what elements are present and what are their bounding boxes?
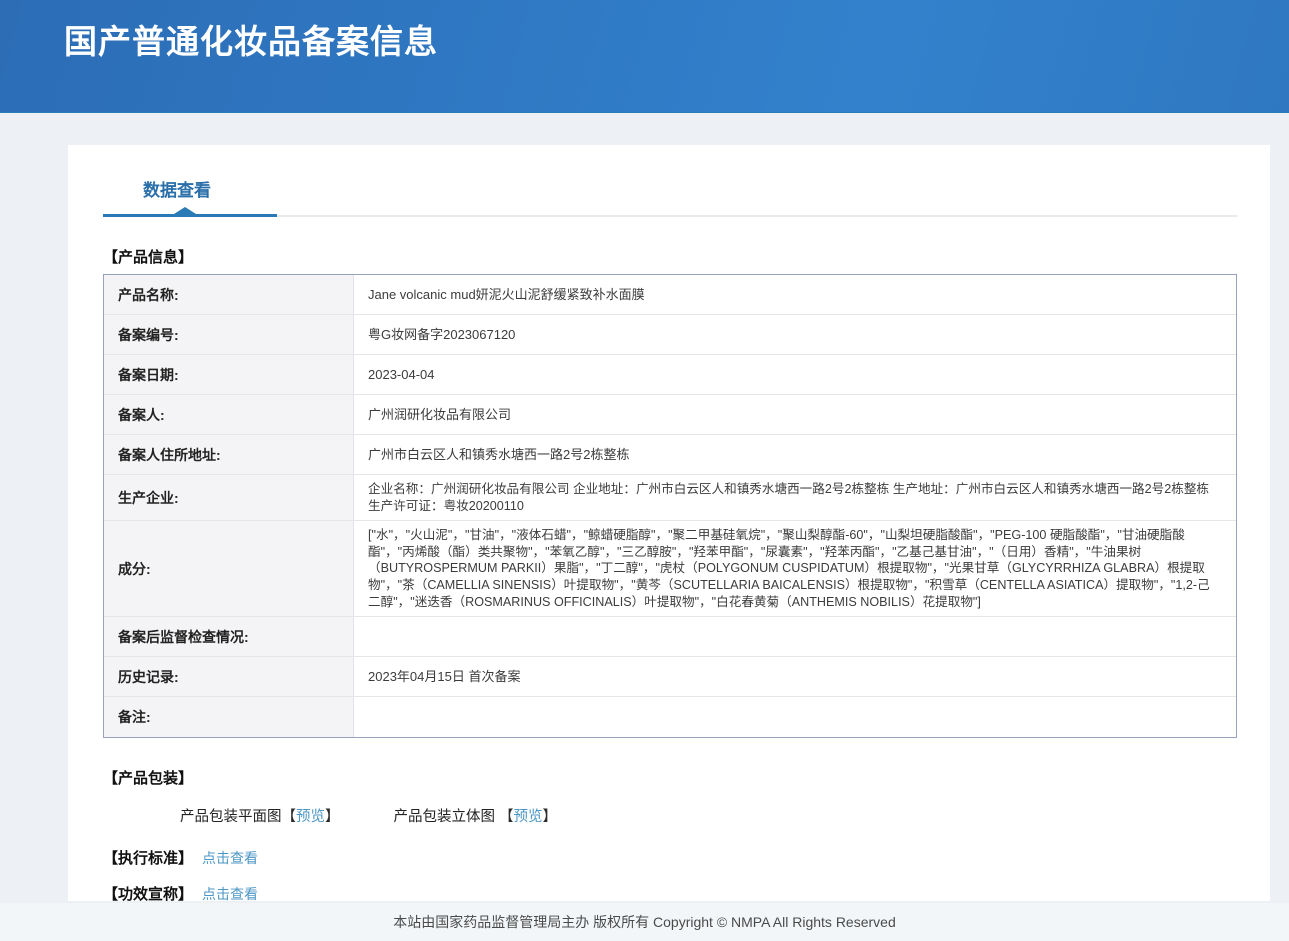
row-value: 广州润研化妆品有限公司	[354, 395, 1236, 434]
tab-pointer-triangle	[174, 207, 196, 214]
standards-row: 【执行标准】点击查看	[103, 847, 1237, 868]
preview-link-flat[interactable]: 预览	[296, 809, 325, 825]
table-row-registration-number: 备案编号: 粤G妆网备字2023067120	[104, 315, 1236, 355]
row-value	[354, 617, 1236, 656]
packaging-row: 产品包装平面图【预览】 产品包装立体图 【预览】	[180, 805, 1237, 826]
table-row-registration-date: 备案日期: 2023-04-04	[104, 355, 1236, 395]
packaging-flat-label: 产品包装平面图	[180, 809, 282, 825]
tab-active-indicator	[103, 214, 1237, 217]
section-heading-packaging: 【产品包装】	[103, 767, 1237, 788]
bracket-open: 【	[499, 809, 514, 825]
table-row-registrant-address: 备案人住所地址: 广州市白云区人和镇秀水塘西一路2号2栋整栋	[104, 435, 1236, 475]
row-value: ["水"，"火山泥"，"甘油"，"液体石蜡"，"鲸蜡硬脂醇"，"聚二甲基硅氧烷"…	[354, 521, 1236, 616]
row-label: 产品名称:	[104, 275, 354, 314]
row-value: 2023-04-04	[354, 355, 1236, 394]
table-row-remarks: 备注:	[104, 697, 1236, 737]
preview-link-3d[interactable]: 预览	[514, 809, 543, 825]
row-label: 备案人住所地址:	[104, 435, 354, 474]
row-value: 广州市白云区人和镇秀水塘西一路2号2栋整栋	[354, 435, 1236, 474]
packaging-item-3d: 产品包装立体图 【预览】	[394, 805, 558, 826]
table-row-supervision-check: 备案后监督检查情况:	[104, 617, 1236, 657]
table-row-registrant: 备案人: 广州润研化妆品有限公司	[104, 395, 1236, 435]
bracket-close: 】	[543, 809, 558, 825]
row-label: 历史记录:	[104, 657, 354, 696]
row-label: 成分:	[104, 521, 354, 616]
row-value: 2023年04月15日 首次备案	[354, 657, 1236, 696]
row-label: 备案日期:	[104, 355, 354, 394]
footer-copyright: 本站由国家药品监督管理局主办 版权所有 Copyright © NMPA All…	[393, 912, 895, 932]
row-value: Jane volcanic mud妍泥火山泥舒缓紧致补水面膜	[354, 275, 1236, 314]
row-label: 生产企业:	[104, 475, 354, 520]
claims-row: 【功效宣称】点击查看	[103, 883, 1237, 904]
row-label: 备案人:	[104, 395, 354, 434]
tab-data-view[interactable]: 数据查看	[143, 176, 211, 201]
row-value: 企业名称：广州润研化妆品有限公司 企业地址：广州市白云区人和镇秀水塘西一路2号2…	[354, 475, 1236, 520]
row-label: 备案后监督检查情况:	[104, 617, 354, 656]
row-value: 粤G妆网备字2023067120	[354, 315, 1236, 354]
view-claims-link[interactable]: 点击查看	[202, 886, 258, 902]
table-row-history: 历史记录: 2023年04月15日 首次备案	[104, 657, 1236, 697]
table-row-ingredients: 成分: ["水"，"火山泥"，"甘油"，"液体石蜡"，"鲸蜡硬脂醇"，"聚二甲基…	[104, 521, 1236, 617]
section-heading-product-info: 【产品信息】	[103, 246, 1237, 267]
table-row-product-name: 产品名称: Jane volcanic mud妍泥火山泥舒缓紧致补水面膜	[104, 275, 1236, 315]
table-row-manufacturer: 生产企业: 企业名称：广州润研化妆品有限公司 企业地址：广州市白云区人和镇秀水塘…	[104, 475, 1236, 521]
bracket-open: 【	[282, 809, 297, 825]
view-standards-link[interactable]: 点击查看	[202, 850, 258, 866]
row-label: 备案编号:	[104, 315, 354, 354]
packaging-3d-label: 产品包装立体图	[394, 809, 500, 825]
tab-underline-bar	[103, 214, 277, 217]
row-label: 备注:	[104, 697, 354, 737]
footer: 本站由国家药品监督管理局主办 版权所有 Copyright © NMPA All…	[0, 903, 1289, 941]
content-card: 数据查看 【产品信息】 产品名称: Jane volcanic mud妍泥火山泥…	[68, 145, 1270, 901]
bracket-close: 】	[325, 809, 340, 825]
section-heading-standards: 【执行标准】	[103, 850, 193, 867]
row-value	[354, 697, 1236, 737]
page-header: 国产普通化妆品备案信息	[0, 0, 1289, 113]
page-title: 国产普通化妆品备案信息	[0, 0, 1289, 62]
product-info-table: 产品名称: Jane volcanic mud妍泥火山泥舒缓紧致补水面膜 备案编…	[103, 274, 1237, 738]
packaging-item-flat: 产品包装平面图【预览】	[180, 805, 340, 826]
section-heading-claims: 【功效宣称】	[103, 886, 193, 903]
tab-divider-line	[277, 215, 1237, 217]
